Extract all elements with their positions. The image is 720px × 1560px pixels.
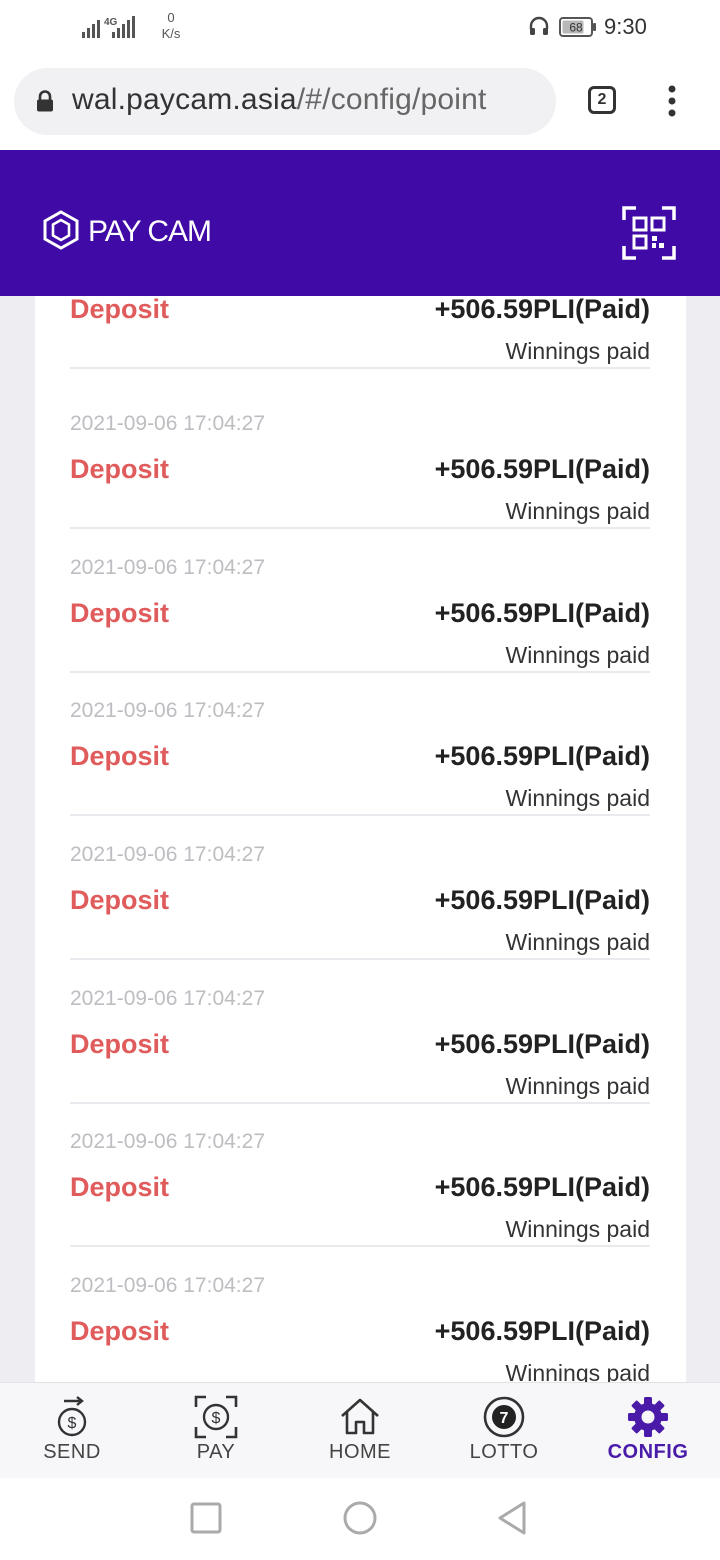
bottom-nav: $ SEND $ PAY HOME 7 LOTTO CONFIG (0, 1382, 720, 1479)
entry-note: Winnings paid (505, 1073, 650, 1099)
entry-type: Deposit (70, 885, 170, 915)
list-item[interactable]: 2021-09-06 17:04:27 Deposit +506.59PLI(P… (70, 1246, 650, 1386)
entry-date: 2021-09-06 17:04:27 (70, 843, 265, 866)
entry-note: Winnings paid (505, 642, 650, 668)
nav-pay-label: PAY (196, 1441, 236, 1463)
clock: 9:30 (604, 14, 647, 39)
battery-level: 68 (569, 21, 583, 35)
entry-amount: +506.59PLI(Paid) (434, 296, 650, 324)
gear-icon (628, 1397, 668, 1437)
send-icon: $ (57, 1396, 87, 1437)
app-header: PAY CAM (0, 150, 720, 296)
nav-lotto-label: LOTTO (469, 1441, 539, 1463)
svg-text:$: $ (212, 1410, 221, 1427)
entry-date: 2021-09-06 17:04:27 (70, 699, 265, 722)
entry-amount: +506.59PLI(Paid) (434, 885, 650, 915)
url-domain: wal.paycam.asia (72, 83, 297, 116)
network-type: 4G (104, 17, 118, 28)
entry-date: 2021-09-06 17:04:27 (70, 412, 265, 435)
list-item[interactable]: Deposit +506.59PLI(Paid) Winnings paid (70, 296, 650, 369)
entry-note: Winnings paid (505, 1216, 650, 1242)
entry-amount: +506.59PLI(Paid) (434, 454, 650, 484)
entry-note: Winnings paid (505, 785, 650, 811)
nav-pay[interactable]: $ PAY (144, 1383, 288, 1479)
net-speed-unit: K/s (161, 26, 181, 41)
entry-date: 2021-09-06 17:04:27 (70, 556, 265, 579)
battery-icon: 68 (559, 17, 596, 37)
url-text[interactable]: wal.paycam.asia/#/config/point (72, 83, 487, 117)
brand-name: PAY CAM (88, 215, 212, 248)
entry-type: Deposit (70, 296, 170, 324)
entry-amount: +506.59PLI(Paid) (434, 1172, 650, 1202)
nav-send-label: SEND (43, 1441, 101, 1463)
entry-amount: +506.59PLI(Paid) (434, 1316, 650, 1346)
svg-text:$: $ (68, 1415, 77, 1432)
entry-type: Deposit (70, 741, 170, 771)
home-icon (341, 1398, 379, 1435)
url-path: /#/config/point (296, 83, 487, 116)
entry-type: Deposit (70, 454, 170, 484)
square-icon[interactable] (188, 1500, 224, 1536)
tab-switcher-button[interactable]: 2 (588, 86, 616, 114)
list-item[interactable]: 2021-09-06 17:04:27 Deposit +506.59PLI(P… (70, 959, 650, 1104)
entry-date: 2021-09-06 17:04:27 (70, 1274, 265, 1297)
nav-send[interactable]: $ SEND (0, 1383, 144, 1479)
entry-amount: +506.59PLI(Paid) (434, 741, 650, 771)
list-item[interactable]: 2021-09-06 17:04:27 Deposit +506.59PLI(P… (70, 815, 650, 960)
more-vert-icon[interactable] (662, 84, 682, 118)
lotto-badge: 7 (500, 1410, 509, 1427)
entry-amount: +506.59PLI(Paid) (434, 1029, 650, 1059)
net-speed-value: 0 (167, 10, 175, 25)
headset-icon (529, 16, 549, 35)
list-item[interactable]: 2021-09-06 17:04:27 Deposit +506.59PLI(P… (70, 671, 650, 816)
pay-icon: $ (194, 1395, 238, 1439)
entry-type: Deposit (70, 1316, 170, 1346)
lotto-icon: 7 (483, 1396, 525, 1438)
points-history-card: Deposit +506.59PLI(Paid) Winnings paid 2… (35, 296, 686, 1386)
entry-amount: +506.59PLI(Paid) (434, 598, 650, 628)
entry-type: Deposit (70, 598, 170, 628)
list-item[interactable]: 2021-09-06 17:04:27 Deposit +506.59PLI(P… (70, 1102, 650, 1247)
status-bar: 4G 0 K/s 68 9:30 (0, 0, 720, 54)
nav-config[interactable]: CONFIG (576, 1383, 720, 1479)
entry-note: Winnings paid (505, 498, 650, 524)
entry-note: Winnings paid (505, 929, 650, 955)
nav-lotto[interactable]: 7 LOTTO (432, 1383, 576, 1479)
nav-home-label: HOME (329, 1441, 391, 1463)
nav-config-label: CONFIG (607, 1441, 689, 1463)
entry-date: 2021-09-06 17:04:27 (70, 1130, 265, 1153)
nav-home[interactable]: HOME (288, 1383, 432, 1479)
qr-scan-icon[interactable] (622, 206, 676, 260)
list-item[interactable]: 2021-09-06 17:04:27 Deposit +506.59PLI(P… (70, 384, 650, 529)
paycam-logo-icon (43, 210, 79, 250)
signal-icon: 4G (82, 16, 135, 38)
entry-date: 2021-09-06 17:04:27 (70, 987, 265, 1010)
entry-note: Winnings paid (505, 338, 650, 364)
entry-type: Deposit (70, 1172, 170, 1202)
lock-icon (37, 90, 53, 112)
circle-icon[interactable] (342, 1500, 378, 1536)
list-item[interactable]: 2021-09-06 17:04:27 Deposit +506.59PLI(P… (70, 528, 650, 673)
system-nav-bar (0, 1478, 720, 1560)
entry-type: Deposit (70, 1029, 170, 1059)
back-triangle-icon[interactable] (494, 1500, 530, 1536)
net-speed: 0 K/s (156, 10, 186, 42)
